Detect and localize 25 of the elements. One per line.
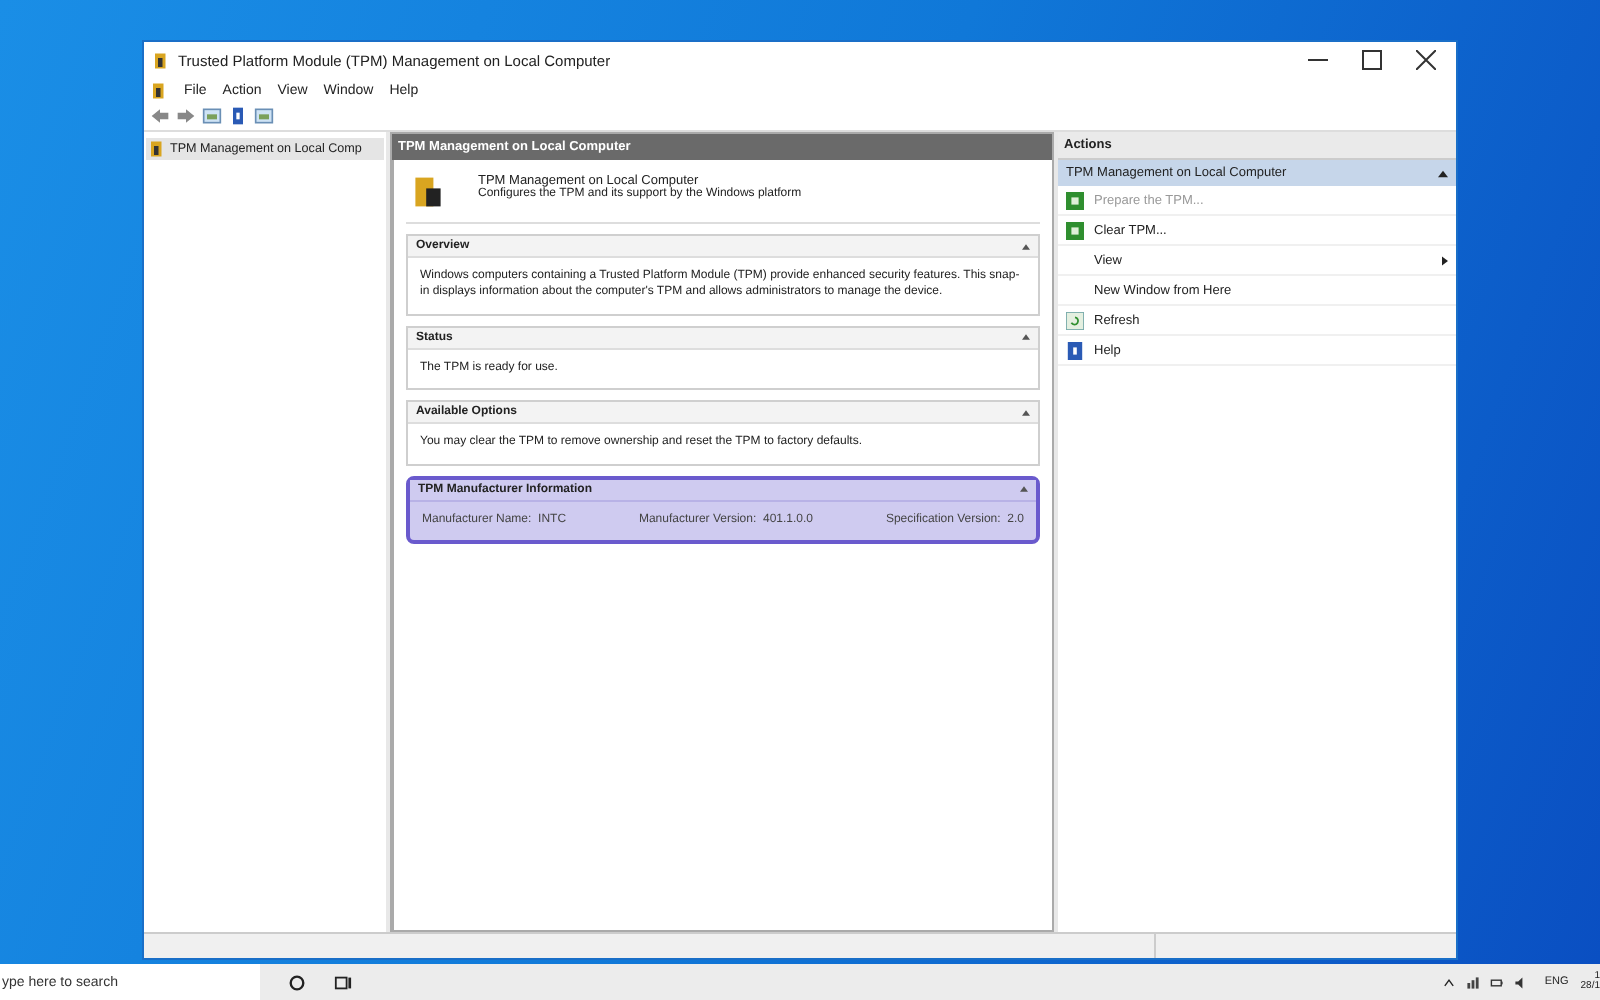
refresh-icon [1066,311,1084,329]
battery-icon[interactable] [1490,975,1505,989]
collapse-icon[interactable] [1022,334,1030,341]
forward-arrow-icon[interactable] [176,106,196,126]
key-icon [150,81,168,99]
network-icon[interactable] [1466,975,1481,989]
collapse-icon[interactable] [1022,409,1030,416]
collapse-icon[interactable] [1022,243,1030,249]
close-icon[interactable] [1416,50,1436,70]
back-arrow-icon[interactable] [150,106,170,126]
action-pane-icon[interactable] [254,106,274,126]
key-icon [410,174,446,210]
collapse-icon[interactable] [1020,486,1028,493]
key-icon [152,51,170,69]
help-book-icon[interactable] [228,106,248,126]
maximize-icon[interactable] [1362,50,1382,70]
key-icon [148,140,166,158]
help-book-icon [1066,341,1084,359]
task-view-icon[interactable] [334,973,352,991]
collapse-icon [1438,169,1448,177]
task-square-icon [1066,191,1084,209]
circle-icon[interactable] [288,973,306,991]
console-tree-icon[interactable] [202,106,222,126]
task-square-icon [1066,221,1084,239]
chevron-up-icon[interactable] [1442,975,1457,989]
